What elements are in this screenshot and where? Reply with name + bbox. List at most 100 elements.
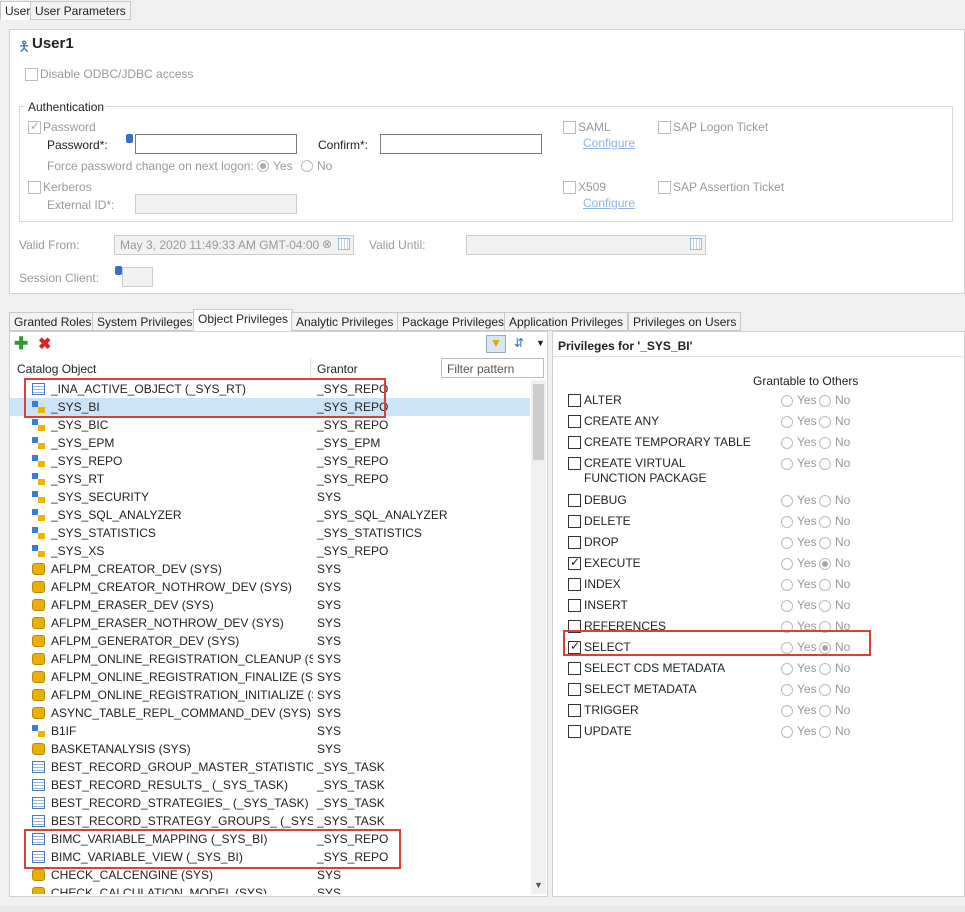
table-row[interactable]: BEST_RECORD_STRATEGIES_ (_SYS_TASK) _SYS_… [10,794,530,812]
password-checkbox[interactable] [28,119,41,134]
grantable-no-radio[interactable] [819,416,831,428]
sap-assertion-ticket-checkbox[interactable] [658,181,671,194]
scrollbar-thumb[interactable] [533,384,544,460]
tab-object-privileges[interactable]: Object Privileges [193,309,294,331]
confirm-password-field[interactable] [380,134,542,154]
grantable-yes-radio[interactable] [781,495,793,507]
grantable-yes-radio[interactable] [781,600,793,612]
privilege-checkbox[interactable] [568,415,581,428]
kerberos-checkbox[interactable] [28,181,41,194]
grantable-yes-radio[interactable] [781,395,793,407]
table-row[interactable]: _SYS_STATISTICS _SYS_STATISTICS [10,524,530,542]
grantable-yes-radio[interactable] [781,437,793,449]
table-row[interactable]: AFLPM_ERASER_DEV (SYS) SYS [10,596,530,614]
add-icon[interactable]: ✚ [14,334,28,354]
table-row[interactable]: AFLPM_ONLINE_REGISTRATION_FINALIZE (SYS)… [10,668,530,686]
delete-icon[interactable]: ✖ [38,334,51,354]
chevron-down-icon[interactable]: ▼ [536,338,545,348]
grantable-yes-radio[interactable] [781,416,793,428]
table-row[interactable]: AFLPM_GENERATOR_DEV (SYS) SYS [10,632,530,650]
grantable-no-radio[interactable] [819,600,831,612]
grantable-yes-radio[interactable] [781,684,793,696]
column-header-grantor[interactable]: Grantor [317,362,358,376]
table-row[interactable]: _SYS_XS _SYS_REPO [10,542,530,560]
table-row[interactable]: CHECK_CALCULATION_MODEL (SYS) SYS [10,884,530,894]
force-change-yes-radio[interactable] [257,160,269,172]
privilege-checkbox[interactable] [568,555,581,570]
sort-icon[interactable]: ⇵ [514,336,524,350]
filter-icon[interactable]: ▼ [486,335,506,353]
scroll-down-icon[interactable]: ▼ [534,880,543,890]
grantable-yes-radio[interactable] [781,726,793,738]
privilege-checkbox[interactable] [568,394,581,407]
table-row[interactable]: AFLPM_ONLINE_REGISTRATION_INITIALIZE (SY… [10,686,530,704]
grantable-no-radio[interactable] [819,558,831,570]
grantable-no-radio[interactable] [819,395,831,407]
grantable-no-radio[interactable] [819,579,831,591]
privilege-checkbox[interactable] [568,662,581,675]
valid-until-field[interactable] [466,235,706,255]
sap-logon-ticket-checkbox[interactable] [658,121,671,134]
table-row[interactable]: _SYS_SECURITY SYS [10,488,530,506]
grantable-yes-radio[interactable] [781,663,793,675]
tab-system-privileges[interactable]: System Privileges [92,312,198,331]
grantable-yes-radio[interactable] [781,558,793,570]
privilege-checkbox[interactable] [568,436,581,449]
grantable-no-radio[interactable] [819,684,831,696]
privilege-checkbox[interactable] [568,725,581,738]
privilege-checkbox[interactable] [568,494,581,507]
clear-icon[interactable]: ⊗ [322,237,332,251]
grantable-no-radio[interactable] [819,495,831,507]
table-row[interactable]: BEST_RECORD_RESULTS_ (_SYS_TASK) _SYS_TAS… [10,776,530,794]
x509-configure-link[interactable]: Configure [583,196,635,210]
tab-analytic-privileges[interactable]: Analytic Privileges [291,312,399,331]
grantable-no-radio[interactable] [819,516,831,528]
table-row[interactable]: B1IF SYS [10,722,530,740]
grantable-yes-radio[interactable] [781,579,793,591]
password-field[interactable] [135,134,297,154]
table-row[interactable]: AFLPM_ONLINE_REGISTRATION_CLEANUP (SYS) S… [10,650,530,668]
table-row[interactable]: _SYS_SQL_ANALYZER _SYS_SQL_ANALYZER [10,506,530,524]
grantable-yes-radio[interactable] [781,537,793,549]
privilege-checkbox[interactable] [568,515,581,528]
tab-application-privileges[interactable]: Application Privileges [504,312,629,331]
table-row[interactable]: _SYS_EPM _SYS_EPM [10,434,530,452]
calendar-icon[interactable] [690,238,702,250]
saml-checkbox[interactable] [563,121,576,134]
table-row[interactable]: BASKETANALYSIS (SYS) SYS [10,740,530,758]
grantable-yes-radio[interactable] [781,705,793,717]
grantable-no-radio[interactable] [819,437,831,449]
force-change-no-radio[interactable] [301,160,313,172]
table-row[interactable]: _SYS_RT _SYS_REPO [10,470,530,488]
table-row[interactable]: AFLPM_ERASER_NOTHROW_DEV (SYS) SYS [10,614,530,632]
table-row[interactable]: _SYS_REPO _SYS_REPO [10,452,530,470]
grantable-no-radio[interactable] [819,705,831,717]
external-id-field[interactable] [135,194,297,214]
table-row[interactable]: BEST_RECORD_GROUP_MASTER_STATISTICS_ (_S… [10,758,530,776]
table-row[interactable]: BEST_RECORD_STRATEGY_GROUPS_ (_SYS_TASK)… [10,812,530,830]
table-row[interactable]: ASYNC_TABLE_REPL_COMMAND_DEV (SYS) SYS [10,704,530,722]
table-row[interactable]: AFLPM_CREATOR_DEV (SYS) SYS [10,560,530,578]
disable-odbc-checkbox[interactable] [25,68,38,81]
calendar-icon[interactable] [338,238,350,250]
privilege-checkbox[interactable] [568,457,581,470]
privilege-checkbox[interactable] [568,704,581,717]
column-header-object[interactable]: Catalog Object [17,362,96,376]
privilege-checkbox[interactable] [568,578,581,591]
tab-package-privileges[interactable]: Package Privileges [397,312,510,331]
tab-user-parameters[interactable]: User Parameters [30,1,131,20]
grantable-no-radio[interactable] [819,663,831,675]
tab-privileges-on-users[interactable]: Privileges on Users [628,312,742,331]
privilege-checkbox[interactable] [568,536,581,549]
x509-checkbox[interactable] [563,181,576,194]
table-row[interactable]: AFLPM_CREATOR_NOTHROW_DEV (SYS) SYS [10,578,530,596]
saml-configure-link[interactable]: Configure [583,136,635,150]
privilege-checkbox[interactable] [568,599,581,612]
grantable-yes-radio[interactable] [781,458,793,470]
session-client-field[interactable] [122,267,153,287]
grantable-no-radio[interactable] [819,537,831,549]
grantable-no-radio[interactable] [819,458,831,470]
grantable-yes-radio[interactable] [781,516,793,528]
tab-granted-roles[interactable]: Granted Roles [9,312,97,331]
privilege-checkbox[interactable] [568,683,581,696]
